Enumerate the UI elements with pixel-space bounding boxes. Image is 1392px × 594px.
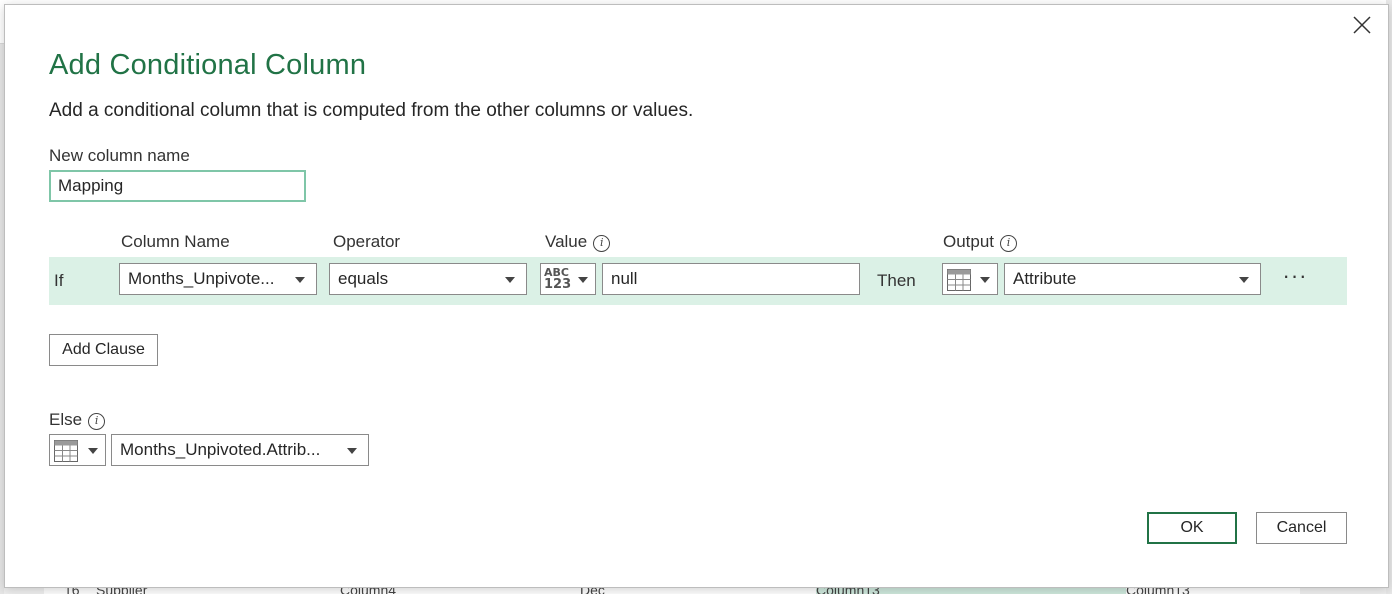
new-column-name-input[interactable] [49,170,306,202]
chevron-down-icon [980,277,990,283]
else-value: Months_Unpivoted.Attrib... [120,440,321,459]
else-label: Else [49,410,83,429]
operator-dropdown[interactable]: equals [329,263,527,295]
else-type-dropdown[interactable] [49,434,106,466]
operator-header: Operator [333,232,401,251]
table-column-icon [947,269,971,291]
if-label: If [54,271,64,290]
column-name-dropdown[interactable]: Months_Unpivote... [119,263,317,295]
cancel-button[interactable]: Cancel [1256,512,1347,544]
add-conditional-column-dialog: Add Conditional Column Add a conditional… [4,4,1389,588]
chevron-down-icon [505,277,515,283]
add-clause-button[interactable]: Add Clause [49,334,158,366]
column-name-header: Column Name [121,232,230,251]
value-info-icon[interactable]: i [593,235,611,252]
then-label: Then [877,271,916,290]
chevron-down-icon [578,277,588,283]
close-icon [1353,16,1371,34]
output-info-icon[interactable]: i [1000,235,1018,252]
new-column-name-label: New column name [49,146,190,165]
output-type-dropdown[interactable] [942,263,998,295]
chevron-down-icon [88,448,98,454]
chevron-down-icon [295,277,305,283]
ok-button[interactable]: OK [1147,512,1237,544]
chevron-down-icon [1239,277,1249,283]
table-column-icon [54,440,78,462]
else-value-dropdown[interactable]: Months_Unpivoted.Attrib... [111,434,369,466]
value-header: Value i [545,232,611,252]
operator-value: equals [338,269,389,288]
value-input[interactable] [602,263,860,295]
column-name-value: Months_Unpivote... [128,269,275,288]
output-header-label: Output [943,232,995,251]
value-type-dropdown[interactable]: ABC 123 [540,263,596,295]
more-options-button[interactable]: ··· [1281,265,1309,293]
close-button[interactable] [1350,13,1374,37]
value-header-label: Value [545,232,588,251]
output-header: Output i [943,232,1018,252]
else-info-icon[interactable]: i [88,413,106,430]
chevron-down-icon [347,448,357,454]
dialog-title: Add Conditional Column [49,49,367,81]
else-header: Else i [49,410,106,430]
dialog-description: Add a conditional column that is compute… [49,100,694,121]
output-value: Attribute [1013,269,1077,288]
abc-123-icon: ABC 123 [544,266,572,292]
output-dropdown[interactable]: Attribute [1004,263,1261,295]
